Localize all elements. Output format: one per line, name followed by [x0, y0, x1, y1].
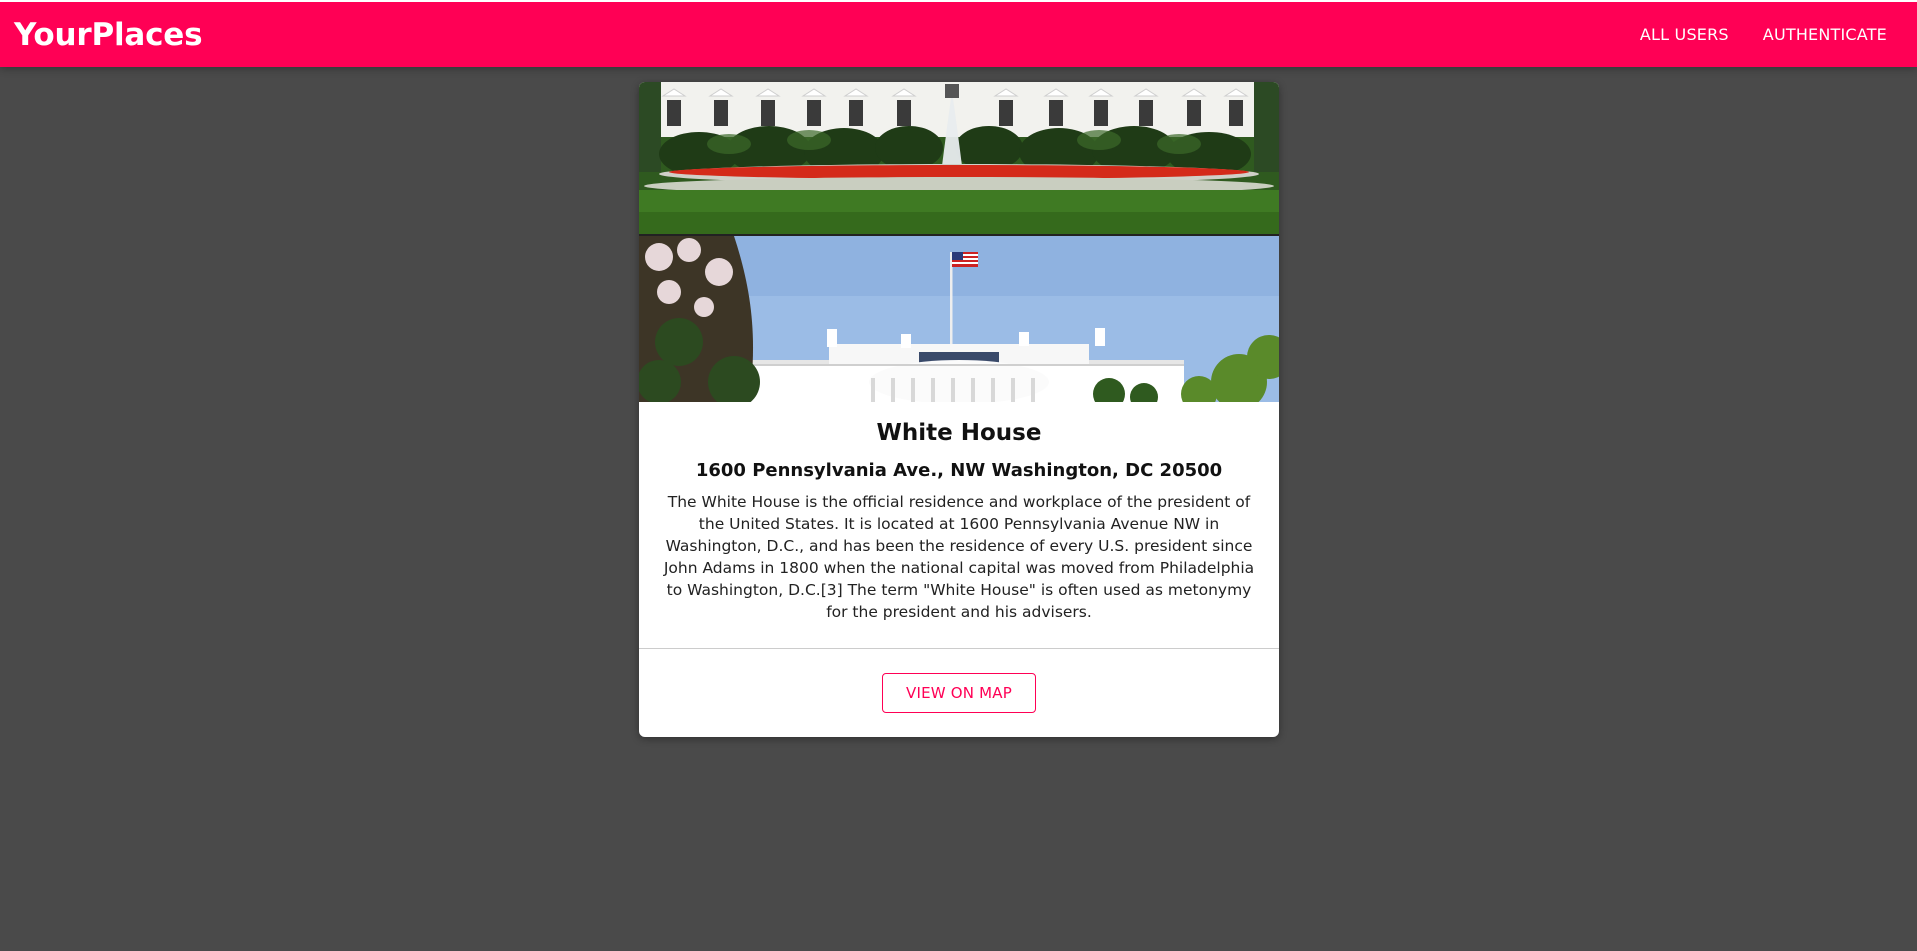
- main-header: YourPlaces ALL USERS AUTHENTICATE: [0, 0, 1917, 67]
- place-address: 1600 Pennsylvania Ave., NW Washington, D…: [695, 460, 1223, 481]
- place-image: [639, 82, 1279, 402]
- nav-link-all-users[interactable]: ALL USERS: [1640, 25, 1729, 44]
- place-title: White House: [876, 420, 1042, 446]
- card-divider: [639, 648, 1279, 649]
- place-actions: VIEW ON MAP: [639, 673, 1279, 713]
- nav-link-authenticate[interactable]: AUTHENTICATE: [1763, 25, 1887, 44]
- view-on-map-button[interactable]: VIEW ON MAP: [881, 673, 1036, 713]
- white-house-photo: [639, 82, 1279, 402]
- brand-logo-link[interactable]: YourPlaces: [14, 17, 203, 53]
- main-nav: ALL USERS AUTHENTICATE: [1640, 25, 1903, 44]
- place-info: White House 1600 Pennsylvania Ave., NW W…: [639, 402, 1279, 623]
- place-description: The White House is the official residenc…: [663, 493, 1255, 621]
- place-card: White House 1600 Pennsylvania Ave., NW W…: [639, 82, 1279, 737]
